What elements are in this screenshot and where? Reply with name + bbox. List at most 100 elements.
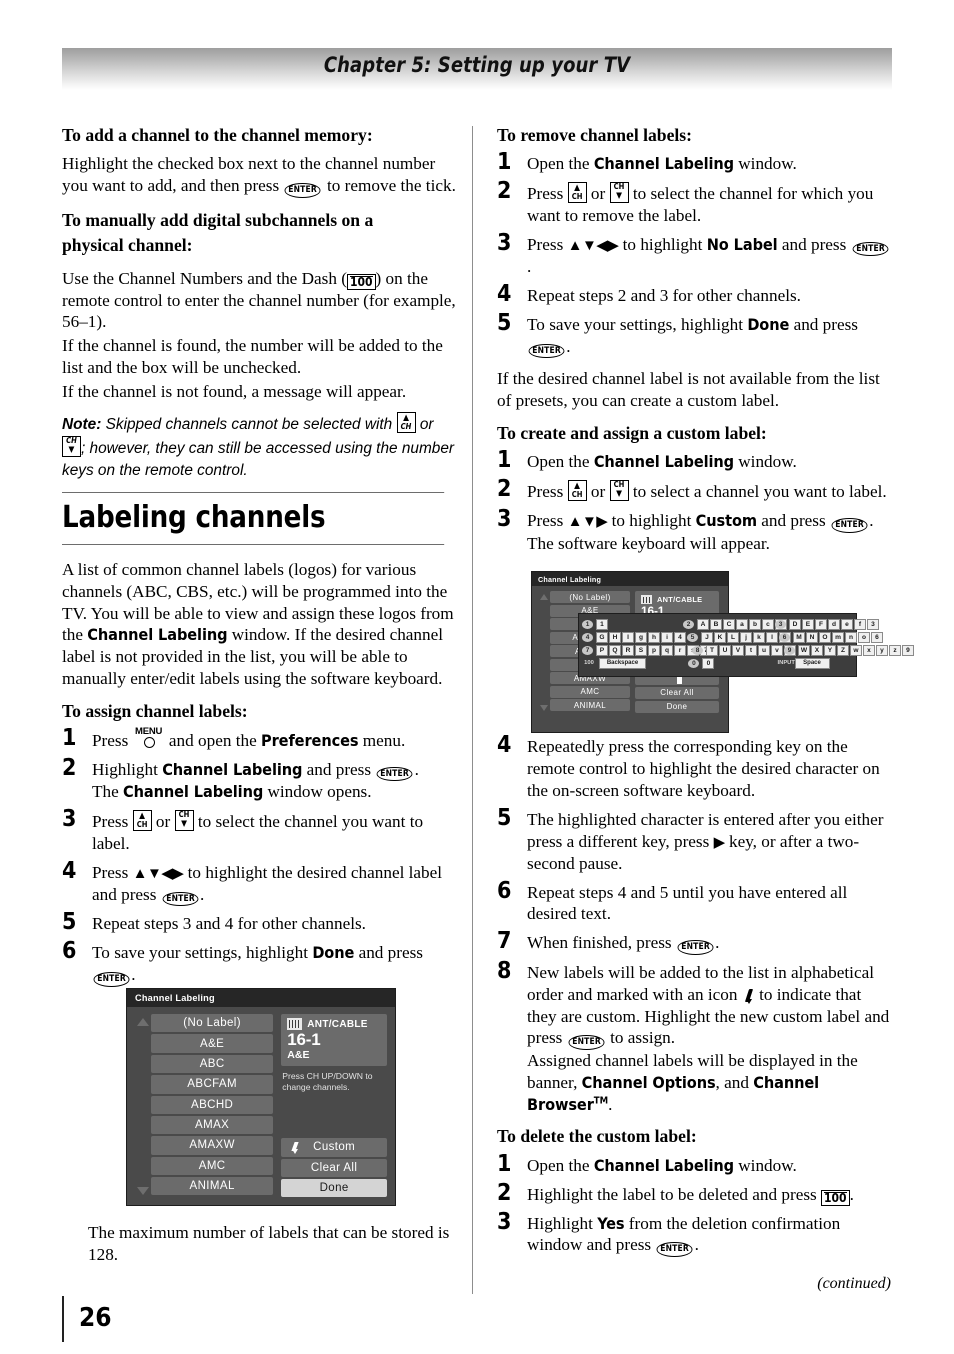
list-item[interactable]: AMAX (151, 1115, 274, 1135)
char-cell[interactable]: J (701, 631, 713, 644)
scroll-down-arrow-icon[interactable] (540, 704, 548, 711)
char-cell[interactable]: Y (824, 644, 836, 657)
char-cell[interactable]: 0 (702, 657, 715, 670)
char-cell[interactable]: F (815, 618, 827, 631)
scroll-down-arrow-icon[interactable] (137, 1187, 149, 1196)
char-cell[interactable]: 9 (902, 644, 914, 657)
step-item: 7 When finished, press ENTER. (497, 930, 891, 955)
step-number: 8 (497, 957, 512, 984)
list-item[interactable]: ABC (151, 1054, 274, 1074)
char-cell[interactable]: 4 (674, 631, 686, 644)
section-title: Labeling channels (62, 492, 445, 546)
char-cell[interactable]: t (745, 644, 757, 657)
char-cell[interactable]: C (723, 618, 735, 631)
step-text: and press (358, 943, 423, 963)
ui-term-channel-labeling: Channel Labeling (162, 759, 303, 779)
done-button[interactable]: Done (635, 700, 719, 713)
clear-all-button[interactable]: Clear All (635, 686, 719, 699)
char-cell[interactable]: q (661, 644, 673, 657)
char-cell[interactable]: u (758, 644, 770, 657)
char-cell[interactable]: U (719, 644, 731, 657)
char-cell[interactable]: a (736, 618, 748, 631)
char-cell[interactable]: L (727, 631, 739, 644)
char-cell[interactable]: g (635, 631, 647, 644)
char-cell[interactable]: z (889, 644, 901, 657)
char-cell[interactable]: W (798, 644, 810, 657)
enter-key-icon: ENTER (162, 891, 199, 907)
char-cell[interactable]: n (845, 631, 857, 644)
key-group-1: 1 1 (582, 618, 683, 631)
hundred-key-icon: 100 (346, 273, 376, 290)
char-cell[interactable]: S (635, 644, 647, 657)
char-cell[interactable]: w (850, 644, 862, 657)
char-cell[interactable]: O (819, 631, 831, 644)
custom-button[interactable]: Custom (281, 1138, 387, 1157)
step-number: 3 (497, 1208, 512, 1235)
char-cell[interactable]: p (648, 644, 660, 657)
step-text: Press (527, 184, 564, 204)
char-cell[interactable]: G (596, 631, 608, 644)
char-cell[interactable]: r (674, 644, 686, 657)
char-cell[interactable]: h (648, 631, 660, 644)
char-cell[interactable]: H (609, 631, 621, 644)
list-item[interactable]: ANIMAL (550, 699, 630, 711)
char-cell[interactable]: A (697, 618, 709, 631)
done-button[interactable]: Done (281, 1179, 387, 1198)
list-item[interactable]: ABCHD (151, 1095, 274, 1114)
step-text: . (131, 965, 136, 985)
char-cell[interactable]: B (710, 618, 722, 631)
char-cell[interactable]: j (740, 631, 752, 644)
list-item[interactable]: (No Label) (550, 591, 630, 603)
space-cell[interactable]: Space (794, 657, 830, 670)
char-cell[interactable]: M (793, 631, 805, 644)
char-cell[interactable]: X (811, 644, 823, 657)
list-item[interactable]: ANIMAL (151, 1177, 274, 1196)
ui-term-custom: Custom (695, 511, 757, 531)
char-cell[interactable]: K (714, 631, 726, 644)
list-item[interactable]: AMC (550, 685, 630, 698)
step-text: label. (92, 833, 130, 853)
char-cell[interactable]: E (802, 618, 814, 631)
scroll-up-arrow-icon[interactable] (540, 594, 548, 600)
char-cell[interactable]: Q (609, 644, 621, 657)
char-cell[interactable]: i (661, 631, 673, 644)
step-text: Open the (527, 154, 590, 174)
char-cell[interactable]: f (854, 618, 866, 631)
list-item[interactable]: A&E (151, 1034, 274, 1053)
list-item[interactable]: AMAXW (151, 1136, 274, 1155)
char-cell[interactable]: v (771, 644, 783, 657)
char-cell[interactable]: R (622, 644, 634, 657)
char-cell[interactable]: D (789, 618, 801, 631)
char-cell[interactable]: P (596, 644, 608, 657)
scroll-up-arrow-icon[interactable] (137, 1018, 149, 1026)
char-cell[interactable]: e (841, 618, 853, 631)
char-cell[interactable]: 3 (867, 618, 879, 631)
char-cell[interactable]: k (753, 631, 765, 644)
char-cell[interactable]: d (828, 618, 840, 631)
char-cell[interactable]: T (706, 644, 718, 657)
char-cell[interactable]: m (832, 631, 844, 644)
list-item[interactable]: (No Label) (151, 1014, 274, 1033)
char-cell[interactable]: y (876, 644, 888, 657)
char-cell[interactable]: I (622, 631, 634, 644)
char-cell[interactable]: N (806, 631, 818, 644)
char-cell[interactable]: V (732, 644, 744, 657)
char-cell[interactable]: Z (837, 644, 849, 657)
list-item[interactable]: ABCFAM (151, 1075, 274, 1094)
char-cell[interactable]: x (863, 644, 875, 657)
char-cell[interactable]: l (766, 631, 778, 644)
char-cell[interactable]: o (858, 631, 870, 644)
column-divider (472, 126, 473, 1294)
key-group-4: 4 G H I g h i 4 (582, 631, 687, 644)
char-cell[interactable]: 1 (596, 618, 608, 631)
clear-all-button[interactable]: Clear All (281, 1158, 387, 1177)
step-item: 1 Press MENU and open the Preferences me… (62, 726, 456, 752)
char-cell[interactable]: c (762, 618, 774, 631)
char-cell[interactable]: b (749, 618, 761, 631)
backspace-cell[interactable]: Backspace (599, 657, 646, 670)
char-cell[interactable]: 6 (871, 631, 883, 644)
numeric-key-label: 2 (683, 620, 694, 629)
step-number: 2 (497, 178, 512, 205)
list-item[interactable]: AMC (151, 1156, 274, 1175)
ui-term-channel-labeling: Channel Labeling (593, 1155, 734, 1175)
